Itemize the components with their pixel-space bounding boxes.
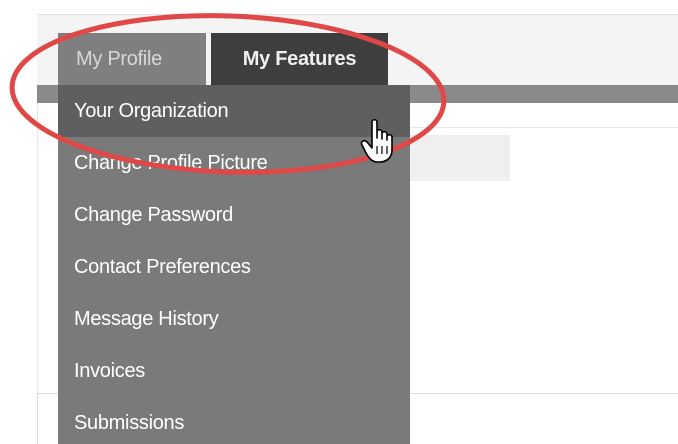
page: My Profile My Features Your Organization… [0,0,678,444]
tab-my-features[interactable]: My Features [211,33,388,85]
my-profile-dropdown-menu: Your Organization Change Profile Picture… [58,85,410,444]
menu-item-change-password[interactable]: Change Password [58,189,410,241]
content-divider [410,127,678,128]
tab-my-profile[interactable]: My Profile [58,33,206,85]
menu-item-invoices[interactable]: Invoices [58,345,410,397]
menu-item-message-history[interactable]: Message History [58,293,410,345]
menu-item-change-profile-picture[interactable]: Change Profile Picture [58,137,410,189]
content-placeholder [410,135,510,181]
hand-pointer-icon [360,118,393,163]
menu-item-submissions[interactable]: Submissions [58,397,410,444]
menu-item-your-organization[interactable]: Your Organization [58,85,410,137]
menu-item-contact-preferences[interactable]: Contact Preferences [58,241,410,293]
